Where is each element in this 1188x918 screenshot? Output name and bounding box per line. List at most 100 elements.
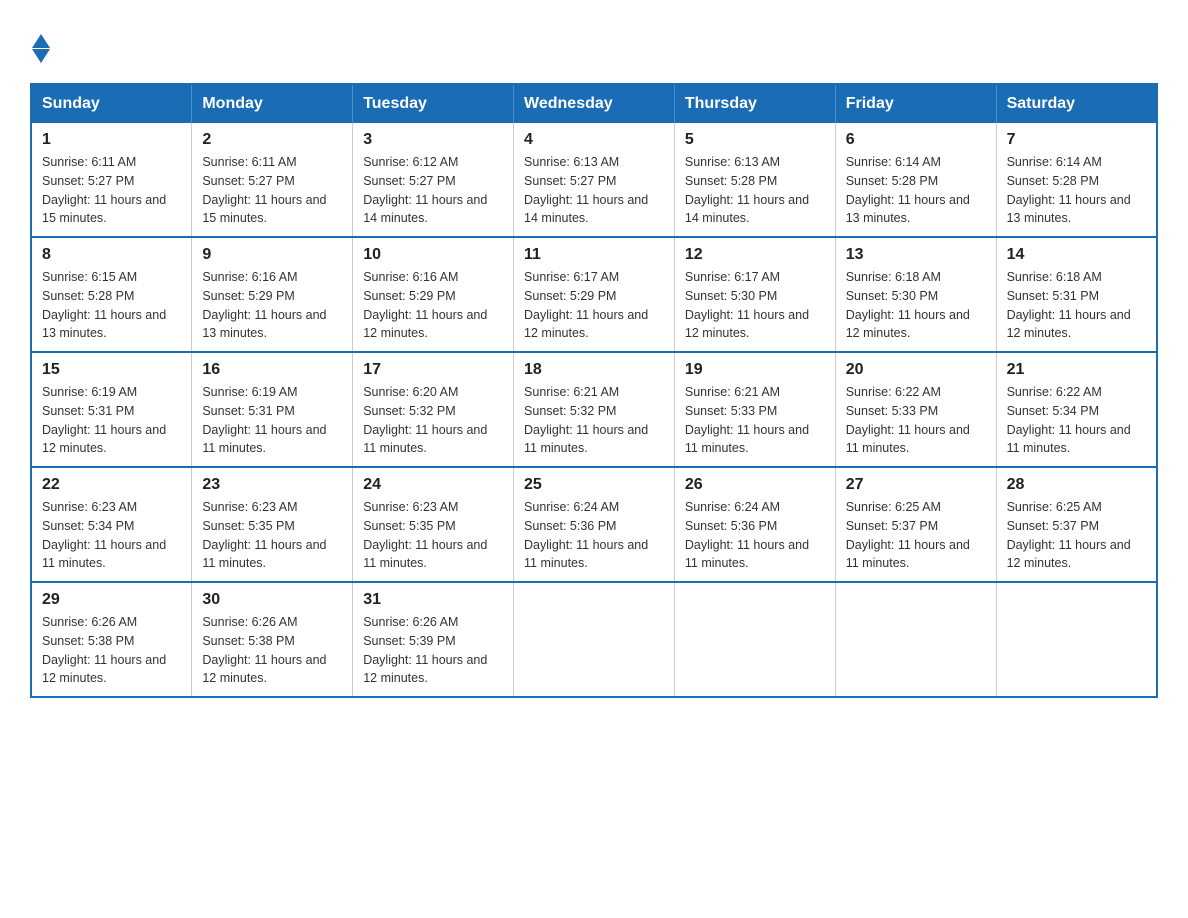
day-info: Sunrise: 6:25 AMSunset: 5:37 PMDaylight:… <box>846 498 986 573</box>
calendar-cell <box>835 582 996 697</box>
day-info: Sunrise: 6:17 AMSunset: 5:30 PMDaylight:… <box>685 268 825 343</box>
calendar-cell: 28 Sunrise: 6:25 AMSunset: 5:37 PMDaylig… <box>996 467 1157 582</box>
day-info: Sunrise: 6:19 AMSunset: 5:31 PMDaylight:… <box>42 383 181 458</box>
day-info: Sunrise: 6:16 AMSunset: 5:29 PMDaylight:… <box>202 268 342 343</box>
day-info: Sunrise: 6:13 AMSunset: 5:28 PMDaylight:… <box>685 153 825 228</box>
day-number: 16 <box>202 361 342 379</box>
day-number: 23 <box>202 476 342 494</box>
column-header-saturday: Saturday <box>996 84 1157 123</box>
calendar-header-row: SundayMondayTuesdayWednesdayThursdayFrid… <box>31 84 1157 123</box>
calendar-cell: 21 Sunrise: 6:22 AMSunset: 5:34 PMDaylig… <box>996 352 1157 467</box>
day-number: 10 <box>363 246 503 264</box>
day-number: 17 <box>363 361 503 379</box>
day-number: 28 <box>1007 476 1146 494</box>
day-number: 26 <box>685 476 825 494</box>
calendar-week-row: 29 Sunrise: 6:26 AMSunset: 5:38 PMDaylig… <box>31 582 1157 697</box>
calendar-cell: 5 Sunrise: 6:13 AMSunset: 5:28 PMDayligh… <box>674 123 835 237</box>
calendar-cell: 30 Sunrise: 6:26 AMSunset: 5:38 PMDaylig… <box>192 582 353 697</box>
calendar-cell: 29 Sunrise: 6:26 AMSunset: 5:38 PMDaylig… <box>31 582 192 697</box>
day-info: Sunrise: 6:11 AMSunset: 5:27 PMDaylight:… <box>202 153 342 228</box>
day-info: Sunrise: 6:17 AMSunset: 5:29 PMDaylight:… <box>524 268 664 343</box>
day-info: Sunrise: 6:19 AMSunset: 5:31 PMDaylight:… <box>202 383 342 458</box>
day-info: Sunrise: 6:18 AMSunset: 5:31 PMDaylight:… <box>1007 268 1146 343</box>
day-number: 5 <box>685 131 825 149</box>
calendar-week-row: 1 Sunrise: 6:11 AMSunset: 5:27 PMDayligh… <box>31 123 1157 237</box>
day-number: 9 <box>202 246 342 264</box>
column-header-friday: Friday <box>835 84 996 123</box>
day-info: Sunrise: 6:20 AMSunset: 5:32 PMDaylight:… <box>363 383 503 458</box>
calendar-cell: 18 Sunrise: 6:21 AMSunset: 5:32 PMDaylig… <box>514 352 675 467</box>
calendar-cell: 16 Sunrise: 6:19 AMSunset: 5:31 PMDaylig… <box>192 352 353 467</box>
calendar-cell: 6 Sunrise: 6:14 AMSunset: 5:28 PMDayligh… <box>835 123 996 237</box>
calendar-cell: 15 Sunrise: 6:19 AMSunset: 5:31 PMDaylig… <box>31 352 192 467</box>
day-info: Sunrise: 6:22 AMSunset: 5:33 PMDaylight:… <box>846 383 986 458</box>
day-number: 7 <box>1007 131 1146 149</box>
day-info: Sunrise: 6:23 AMSunset: 5:35 PMDaylight:… <box>202 498 342 573</box>
calendar-cell: 25 Sunrise: 6:24 AMSunset: 5:36 PMDaylig… <box>514 467 675 582</box>
logo <box>30 30 50 63</box>
calendar-week-row: 8 Sunrise: 6:15 AMSunset: 5:28 PMDayligh… <box>31 237 1157 352</box>
day-number: 2 <box>202 131 342 149</box>
day-number: 1 <box>42 131 181 149</box>
calendar-cell: 20 Sunrise: 6:22 AMSunset: 5:33 PMDaylig… <box>835 352 996 467</box>
calendar-cell: 26 Sunrise: 6:24 AMSunset: 5:36 PMDaylig… <box>674 467 835 582</box>
day-info: Sunrise: 6:21 AMSunset: 5:33 PMDaylight:… <box>685 383 825 458</box>
day-info: Sunrise: 6:11 AMSunset: 5:27 PMDaylight:… <box>42 153 181 228</box>
day-number: 27 <box>846 476 986 494</box>
day-info: Sunrise: 6:26 AMSunset: 5:39 PMDaylight:… <box>363 613 503 688</box>
calendar-cell: 11 Sunrise: 6:17 AMSunset: 5:29 PMDaylig… <box>514 237 675 352</box>
column-header-thursday: Thursday <box>674 84 835 123</box>
calendar-cell: 9 Sunrise: 6:16 AMSunset: 5:29 PMDayligh… <box>192 237 353 352</box>
calendar-cell: 4 Sunrise: 6:13 AMSunset: 5:27 PMDayligh… <box>514 123 675 237</box>
day-number: 15 <box>42 361 181 379</box>
day-info: Sunrise: 6:26 AMSunset: 5:38 PMDaylight:… <box>202 613 342 688</box>
day-info: Sunrise: 6:24 AMSunset: 5:36 PMDaylight:… <box>685 498 825 573</box>
day-number: 3 <box>363 131 503 149</box>
calendar-cell: 2 Sunrise: 6:11 AMSunset: 5:27 PMDayligh… <box>192 123 353 237</box>
day-number: 31 <box>363 591 503 609</box>
calendar-cell <box>996 582 1157 697</box>
day-info: Sunrise: 6:26 AMSunset: 5:38 PMDaylight:… <box>42 613 181 688</box>
calendar-cell: 17 Sunrise: 6:20 AMSunset: 5:32 PMDaylig… <box>353 352 514 467</box>
column-header-wednesday: Wednesday <box>514 84 675 123</box>
calendar-cell <box>674 582 835 697</box>
day-info: Sunrise: 6:14 AMSunset: 5:28 PMDaylight:… <box>846 153 986 228</box>
day-number: 11 <box>524 246 664 264</box>
day-info: Sunrise: 6:24 AMSunset: 5:36 PMDaylight:… <box>524 498 664 573</box>
day-number: 13 <box>846 246 986 264</box>
column-header-tuesday: Tuesday <box>353 84 514 123</box>
calendar-cell: 24 Sunrise: 6:23 AMSunset: 5:35 PMDaylig… <box>353 467 514 582</box>
day-number: 18 <box>524 361 664 379</box>
calendar-cell: 22 Sunrise: 6:23 AMSunset: 5:34 PMDaylig… <box>31 467 192 582</box>
calendar-cell: 31 Sunrise: 6:26 AMSunset: 5:39 PMDaylig… <box>353 582 514 697</box>
calendar-cell <box>514 582 675 697</box>
day-info: Sunrise: 6:23 AMSunset: 5:34 PMDaylight:… <box>42 498 181 573</box>
calendar-week-row: 22 Sunrise: 6:23 AMSunset: 5:34 PMDaylig… <box>31 467 1157 582</box>
calendar-cell: 8 Sunrise: 6:15 AMSunset: 5:28 PMDayligh… <box>31 237 192 352</box>
day-info: Sunrise: 6:15 AMSunset: 5:28 PMDaylight:… <box>42 268 181 343</box>
day-info: Sunrise: 6:21 AMSunset: 5:32 PMDaylight:… <box>524 383 664 458</box>
day-number: 19 <box>685 361 825 379</box>
day-number: 25 <box>524 476 664 494</box>
calendar-cell: 23 Sunrise: 6:23 AMSunset: 5:35 PMDaylig… <box>192 467 353 582</box>
day-number: 29 <box>42 591 181 609</box>
day-info: Sunrise: 6:13 AMSunset: 5:27 PMDaylight:… <box>524 153 664 228</box>
day-number: 21 <box>1007 361 1146 379</box>
day-number: 8 <box>42 246 181 264</box>
day-info: Sunrise: 6:18 AMSunset: 5:30 PMDaylight:… <box>846 268 986 343</box>
calendar-cell: 1 Sunrise: 6:11 AMSunset: 5:27 PMDayligh… <box>31 123 192 237</box>
column-header-sunday: Sunday <box>31 84 192 123</box>
day-info: Sunrise: 6:23 AMSunset: 5:35 PMDaylight:… <box>363 498 503 573</box>
calendar-cell: 12 Sunrise: 6:17 AMSunset: 5:30 PMDaylig… <box>674 237 835 352</box>
day-number: 12 <box>685 246 825 264</box>
day-info: Sunrise: 6:16 AMSunset: 5:29 PMDaylight:… <box>363 268 503 343</box>
column-header-monday: Monday <box>192 84 353 123</box>
calendar-cell: 10 Sunrise: 6:16 AMSunset: 5:29 PMDaylig… <box>353 237 514 352</box>
calendar-table: SundayMondayTuesdayWednesdayThursdayFrid… <box>30 83 1158 698</box>
page-header <box>30 30 1158 63</box>
day-number: 6 <box>846 131 986 149</box>
day-info: Sunrise: 6:22 AMSunset: 5:34 PMDaylight:… <box>1007 383 1146 458</box>
calendar-week-row: 15 Sunrise: 6:19 AMSunset: 5:31 PMDaylig… <box>31 352 1157 467</box>
day-number: 14 <box>1007 246 1146 264</box>
calendar-cell: 7 Sunrise: 6:14 AMSunset: 5:28 PMDayligh… <box>996 123 1157 237</box>
